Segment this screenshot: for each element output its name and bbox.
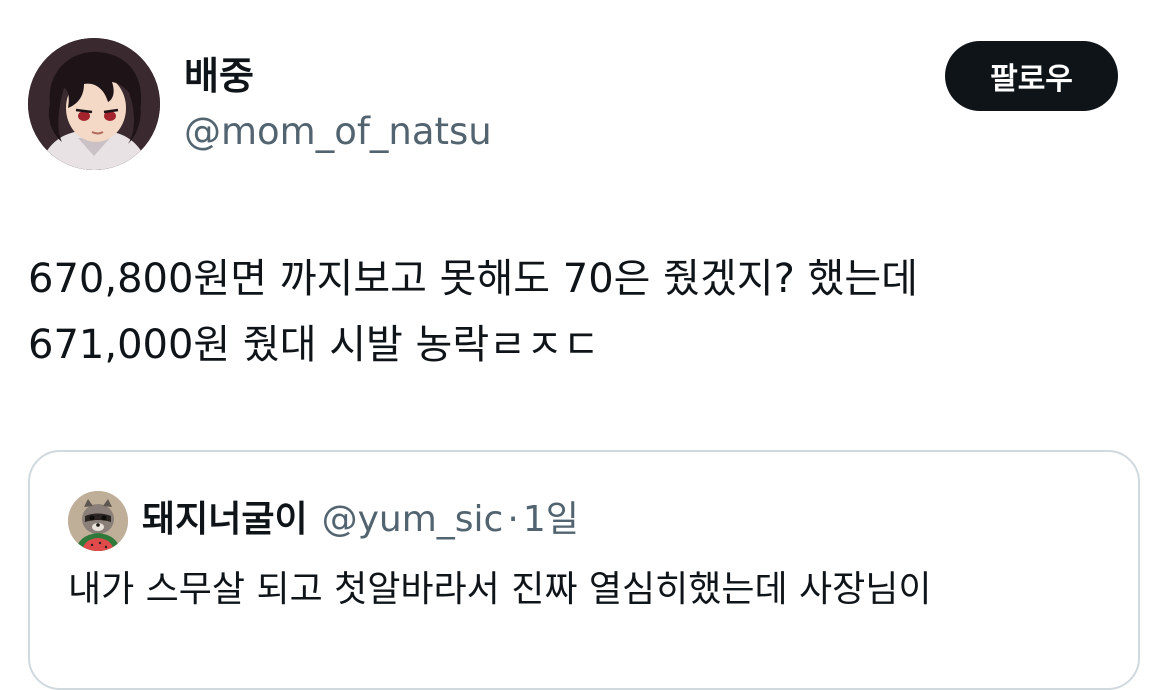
separator-dot: ·	[507, 499, 519, 540]
author-display-name[interactable]: 배중	[184, 52, 254, 100]
raccoon-avatar-icon	[68, 491, 128, 551]
quoted-author-handle[interactable]: @yum_sic	[322, 499, 504, 540]
author-avatar[interactable]	[28, 38, 160, 170]
tweet: 배중 @mom_of_natsu 팔로우 670,800원면 까지보고 못해도 …	[0, 0, 1170, 690]
quoted-author-avatar	[68, 491, 128, 551]
quoted-tweet-header: 돼지너굴이 @yum_sic · 1일	[142, 496, 579, 544]
quoted-author-display-name[interactable]: 돼지너굴이	[142, 499, 308, 540]
quoted-tweet-card[interactable]: 돼지너굴이 @yum_sic · 1일 내가 스무살 되고 첫알바라서 진짜 열심히했…	[28, 450, 1140, 690]
tweet-text: 670,800원면 까지보고 못해도 70은 줬겠지? 했는데 671,000원…	[28, 246, 1138, 378]
anime-avatar-icon	[28, 38, 160, 170]
quoted-tweet-timestamp[interactable]: 1일	[523, 499, 579, 540]
tweet-text-line: 670,800원면 까지보고 못해도 70은 줬겠지? 했는데	[28, 256, 918, 302]
quoted-tweet-text: 내가 스무살 되고 첫알바라서 진짜 열심히했는데 사장님이	[68, 569, 932, 610]
tweet-text-line: 671,000원 줬대 시발 농락ㄹㅈㄷ	[28, 322, 600, 368]
follow-button[interactable]: 팔로우	[945, 41, 1118, 111]
author-handle[interactable]: @mom_of_natsu	[184, 108, 492, 156]
